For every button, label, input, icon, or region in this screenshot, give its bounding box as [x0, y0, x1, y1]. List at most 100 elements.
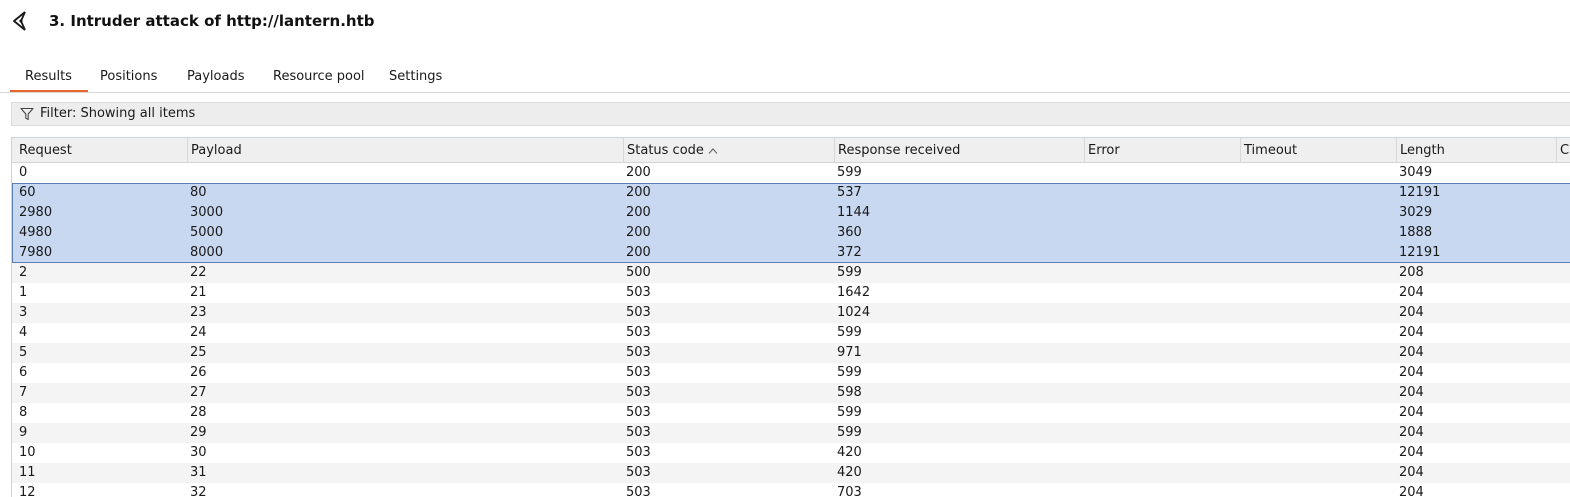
cell-status-code: 200	[626, 205, 651, 220]
cell-request: 9	[19, 425, 28, 440]
table-row[interactable]: 0 200 599 3049	[12, 163, 1570, 183]
filter-bar[interactable]: Filter: Showing all items	[11, 102, 1570, 126]
cell-error	[1080, 423, 1236, 443]
column-header-status-code[interactable]: Status code	[624, 138, 835, 163]
tab-resource-pool[interactable]: Resource pool	[273, 69, 365, 84]
cell-timeout	[1236, 343, 1392, 363]
column-header-label: Length	[1400, 143, 1445, 158]
column-header-label: Status code	[627, 143, 704, 158]
filter-label: Filter: Showing all items	[40, 106, 196, 121]
cell-request: 8	[19, 405, 28, 420]
cell-request: 1	[19, 285, 28, 300]
table-row[interactable]: 10 30 503 420 204	[12, 443, 1570, 463]
column-header-payload[interactable]: Payload	[188, 138, 624, 163]
cell-error	[1080, 243, 1236, 263]
table-row[interactable]: 60 80 200 537 12191	[12, 183, 1570, 203]
cell-response-received: 599	[837, 425, 862, 440]
cell-response-received: 1024	[837, 305, 871, 320]
tab-positions[interactable]: Positions	[100, 69, 157, 84]
table-row[interactable]: 4980 5000 200 360 1888	[12, 223, 1570, 243]
table-row[interactable]: 2 22 500 599 208	[12, 263, 1570, 283]
table-row[interactable]: 2980 3000 200 1144 3029	[12, 203, 1570, 223]
column-header-label: C	[1560, 143, 1570, 158]
cell-payload: 31	[190, 465, 207, 480]
table-row[interactable]: 11 31 503 420 204	[12, 463, 1570, 483]
table-row[interactable]: 9 29 503 599 204	[12, 423, 1570, 443]
table-row[interactable]: 6 26 503 599 204	[12, 363, 1570, 383]
cell-status-code: 500	[626, 265, 651, 280]
table-row[interactable]: 7 27 503 598 204	[12, 383, 1570, 403]
column-header-timeout[interactable]: Timeout	[1241, 138, 1397, 163]
cell-status-code: 503	[626, 365, 651, 380]
cell-status-code: 200	[626, 245, 651, 260]
cell-error	[1080, 443, 1236, 463]
cell-timeout	[1236, 383, 1392, 403]
table-row[interactable]: 7980 8000 200 372 12191	[12, 243, 1570, 263]
cell-response-received: 1144	[837, 205, 871, 220]
cell-payload: 28	[190, 405, 207, 420]
cell-error	[1080, 223, 1236, 243]
cell-length: 204	[1399, 305, 1424, 320]
cell-status-code: 503	[626, 405, 651, 420]
column-header-label: Payload	[191, 143, 242, 158]
column-header-error[interactable]: Error	[1085, 138, 1241, 163]
cell-length: 204	[1399, 345, 1424, 360]
cell-payload: 21	[190, 285, 207, 300]
column-header-truncated[interactable]: C	[1557, 138, 1570, 163]
cell-response-received: 599	[837, 265, 862, 280]
cell-status-code: 503	[626, 305, 651, 320]
column-header-request[interactable]: Request	[16, 138, 188, 163]
cell-response-received: 598	[837, 385, 862, 400]
cell-status-code: 503	[626, 445, 651, 460]
table-row[interactable]: 3 23 503 1024 204	[12, 303, 1570, 323]
table-row[interactable]: 12 32 503 703 204	[12, 483, 1570, 497]
tab-results[interactable]: Results	[10, 69, 88, 92]
cell-payload: 8000	[190, 245, 224, 260]
cell-payload: 30	[190, 445, 207, 460]
cell-status-code: 200	[626, 165, 651, 180]
cell-timeout	[1236, 363, 1392, 383]
cell-payload: 24	[190, 325, 207, 340]
column-header-length[interactable]: Length	[1397, 138, 1557, 163]
cell-request: 2	[19, 265, 28, 280]
tab-payloads[interactable]: Payloads	[187, 69, 244, 84]
cell-error	[1080, 343, 1236, 363]
cell-length: 3029	[1399, 205, 1433, 220]
cell-error	[1080, 303, 1236, 323]
table-row[interactable]: 8 28 503 599 204	[12, 403, 1570, 423]
cell-status-code: 503	[626, 465, 651, 480]
table-row[interactable]: 4 24 503 599 204	[12, 323, 1570, 343]
cell-status-code: 503	[626, 325, 651, 340]
results-table: Request Payload Status code Response rec…	[11, 137, 1570, 497]
cell-length: 204	[1399, 365, 1424, 380]
cell-response-received: 537	[837, 185, 862, 200]
column-header-response-received[interactable]: Response received	[835, 138, 1085, 163]
sort-ascending-icon	[708, 147, 718, 154]
cell-length: 208	[1399, 265, 1424, 280]
column-header-label: Timeout	[1244, 143, 1298, 158]
cell-payload: 26	[190, 365, 207, 380]
cell-payload: 22	[190, 265, 207, 280]
cell-timeout	[1236, 183, 1392, 203]
cell-response-received: 703	[837, 485, 862, 497]
cell-payload: 29	[190, 425, 207, 440]
cell-status-code: 503	[626, 345, 651, 360]
cell-response-received: 1642	[837, 285, 871, 300]
table-row[interactable]: 5 25 503 971 204	[12, 343, 1570, 363]
cell-error	[1080, 483, 1236, 497]
cell-timeout	[1236, 283, 1392, 303]
cell-error	[1080, 323, 1236, 343]
cell-request: 3	[19, 305, 28, 320]
cell-length: 204	[1399, 325, 1424, 340]
cell-timeout	[1236, 303, 1392, 323]
cell-timeout	[1236, 263, 1392, 283]
cell-length: 204	[1399, 445, 1424, 460]
cell-timeout	[1236, 463, 1392, 483]
cell-length: 3049	[1399, 165, 1433, 180]
cell-length: 204	[1399, 465, 1424, 480]
cell-length: 204	[1399, 285, 1424, 300]
table-row[interactable]: 1 21 503 1642 204	[12, 283, 1570, 303]
tab-settings[interactable]: Settings	[389, 69, 442, 84]
cell-response-received: 971	[837, 345, 862, 360]
cell-payload: 5000	[190, 225, 224, 240]
